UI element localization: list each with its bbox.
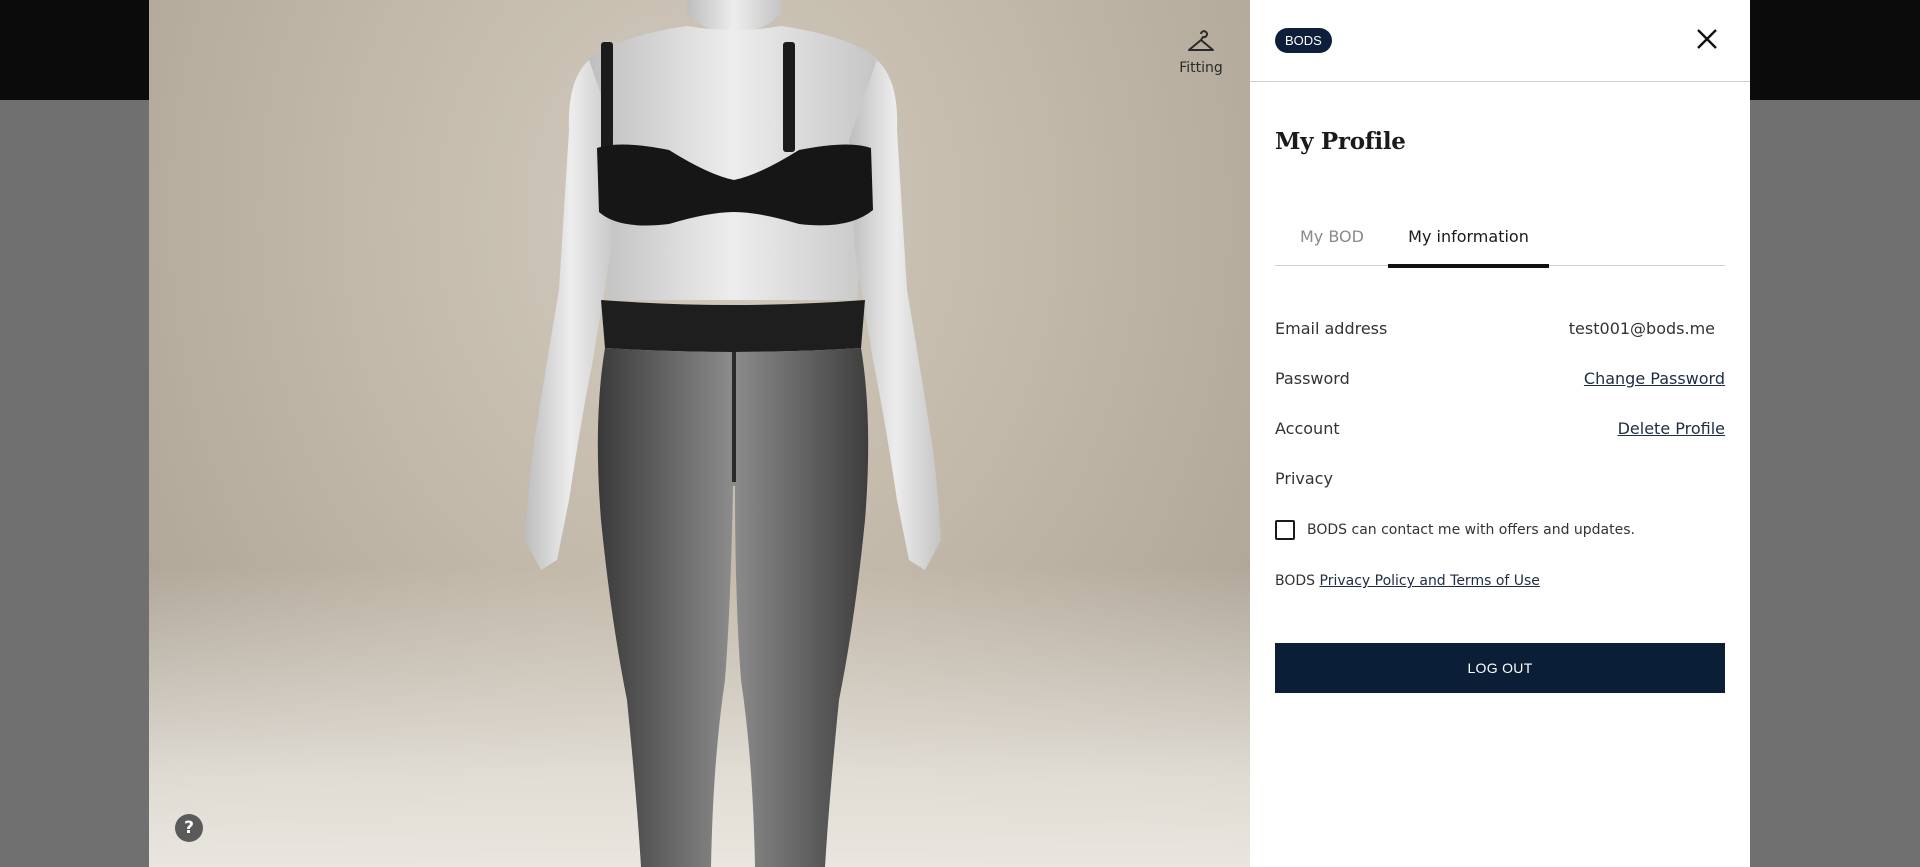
hanger-icon: [1161, 30, 1241, 56]
marketing-consent: BODS can contact me with offers and upda…: [1275, 520, 1635, 540]
page-overlay-right: [1750, 100, 1920, 867]
marketing-consent-checkbox[interactable]: [1275, 520, 1295, 540]
password-label: Password: [1275, 369, 1350, 388]
avatar-model: [525, 0, 941, 867]
page-title: My Profile: [1275, 128, 1406, 155]
tab-my-information[interactable]: My information: [1388, 227, 1549, 268]
tab-my-bod[interactable]: My BOD: [1300, 227, 1364, 266]
help-icon: ?: [184, 818, 194, 838]
help-button[interactable]: ?: [175, 814, 203, 842]
marketing-consent-text: BODS can contact me with offers and upda…: [1307, 522, 1635, 538]
profile-tabs: My BOD My information: [1275, 220, 1725, 268]
fitting-button[interactable]: Fitting: [1161, 30, 1241, 76]
brand-badge: BODS: [1275, 28, 1332, 53]
close-button[interactable]: [1692, 26, 1722, 56]
email-value: test001@bods.me: [1568, 319, 1715, 338]
profile-panel: BODS My Profile My BOD My information Em…: [1250, 0, 1750, 867]
avatar-viewer[interactable]: Fitting: [149, 0, 1250, 867]
fitting-label: Fitting: [1179, 60, 1223, 76]
privacy-label: Privacy: [1275, 469, 1333, 488]
panel-header: BODS: [1250, 0, 1750, 82]
close-icon: [1696, 28, 1718, 54]
privacy-prefix: BODS: [1275, 573, 1316, 589]
privacy-policy-link[interactable]: Privacy Policy and Terms of Use: [1320, 573, 1540, 589]
logout-button[interactable]: LOG OUT: [1275, 643, 1725, 693]
account-label: Account: [1275, 419, 1340, 438]
email-label: Email address: [1275, 319, 1388, 338]
change-password-link[interactable]: Change Password: [1584, 369, 1725, 388]
privacy-policy-line: BODS Privacy Policy and Terms of Use: [1275, 573, 1540, 589]
delete-profile-link[interactable]: Delete Profile: [1618, 419, 1725, 438]
